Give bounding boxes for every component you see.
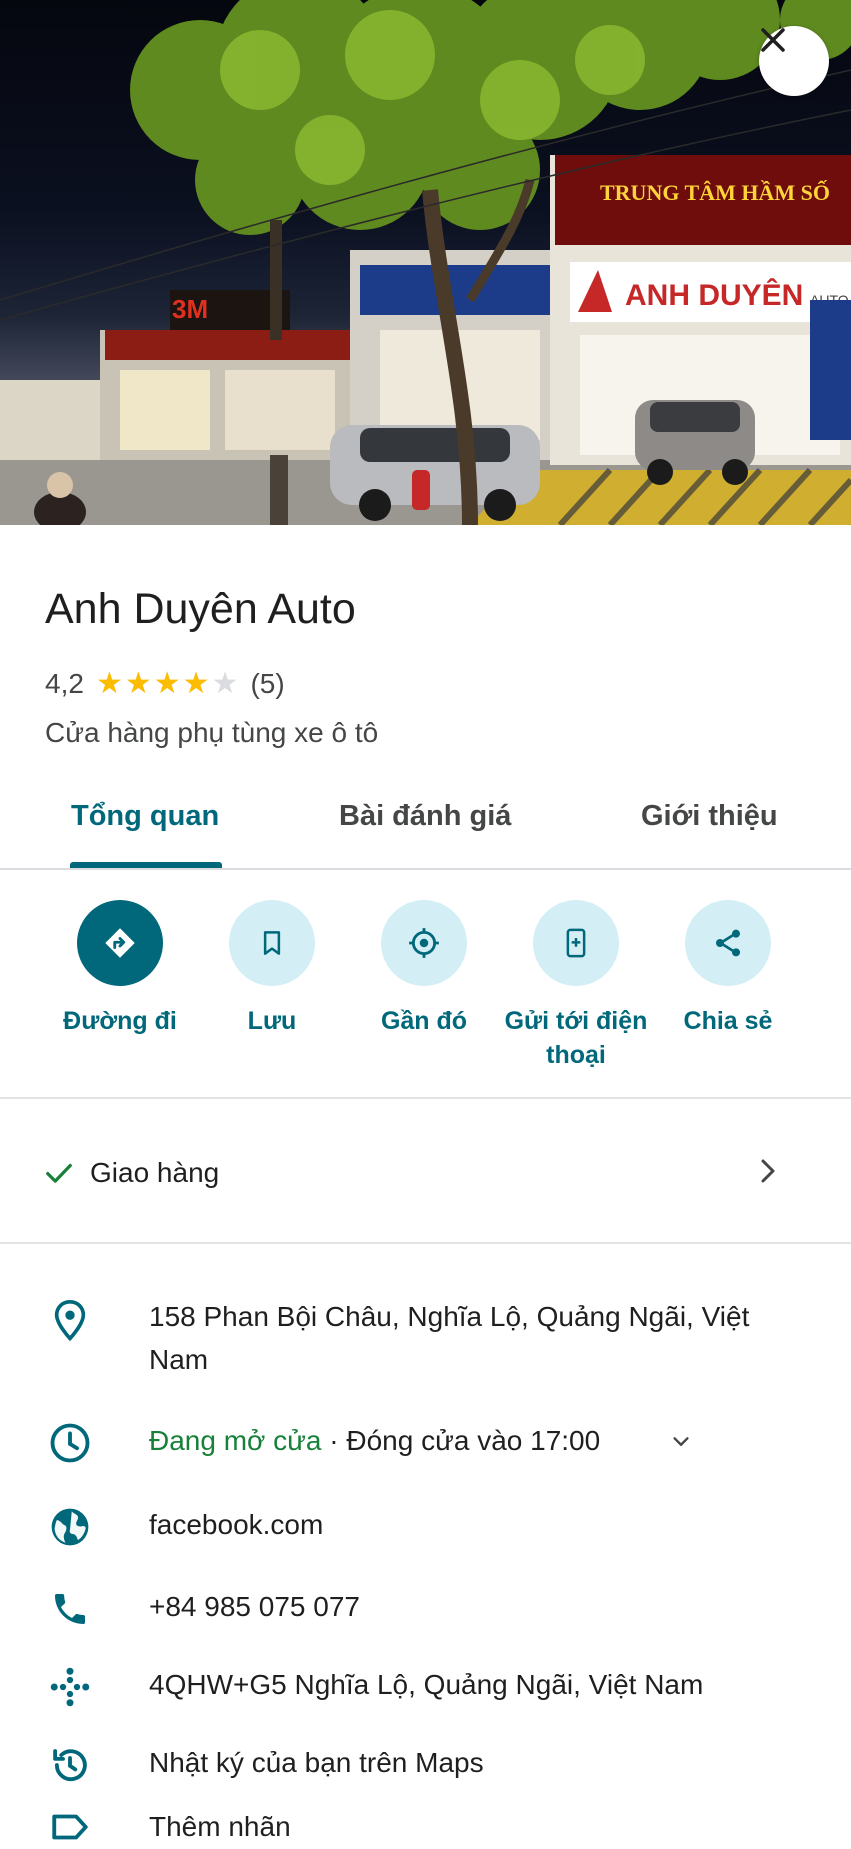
closing-time: · Đóng cửa vào 17:00 [321, 1425, 601, 1456]
save-label: Lưu [247, 1007, 297, 1035]
address-text: 158 Phan Bội Châu, Nghĩa Lộ, Quảng Ngãi,… [149, 1301, 750, 1375]
action-bar: Đường đi Lưu Gần đó Gửi tới điện thoại C… [0, 900, 851, 1098]
plus-code-row[interactable]: 4QHW+G5 Nghĩa Lộ, Quảng Ngãi, Việt Nam [0, 1663, 851, 1711]
plus-code-text: 4QHW+G5 Nghĩa Lộ, Quảng Ngãi, Việt Nam [149, 1669, 704, 1700]
clock-icon [46, 1419, 94, 1467]
star-icon: ★ [182, 667, 210, 700]
website-row[interactable]: facebook.com [0, 1503, 851, 1551]
hours-text: Đang mở cửa · Đóng cửa vào 17:00 [149, 1419, 809, 1462]
star-icon: ★ [124, 667, 152, 700]
phone-icon [46, 1585, 94, 1633]
chevron-down-icon[interactable] [670, 1431, 692, 1453]
plus-code-icon [46, 1663, 94, 1711]
sign-3m: 3M [172, 294, 208, 324]
address-row[interactable]: 158 Phan Bội Châu, Nghĩa Lộ, Quảng Ngãi,… [0, 1295, 851, 1385]
label-icon [46, 1803, 94, 1849]
history-row[interactable]: Nhật ký của bạn trên Maps [0, 1741, 851, 1789]
rating-stars: ★ ★ ★ ★ ★ [96, 669, 239, 699]
divider [0, 1242, 851, 1244]
add-label-text: Thêm nhãn [149, 1811, 291, 1842]
phone-row[interactable]: +84 985 075 077 [0, 1585, 851, 1633]
globe-icon [46, 1503, 94, 1551]
star-icon: ★ [153, 667, 181, 700]
tab-overview[interactable]: Tổng quan [71, 800, 219, 833]
history-icon [46, 1741, 94, 1789]
sign-brand: ANH DUYÊN [625, 278, 803, 312]
delivery-label: Giao hàng [90, 1157, 220, 1188]
share-icon [685, 900, 771, 986]
send-to-phone-label: Gửi tới điện thoại [504, 1007, 648, 1069]
save-button[interactable]: Lưu [187, 900, 357, 1038]
open-status: Đang mở cửa [149, 1425, 322, 1456]
storefront-photo: 3M TRUNG TÂM HẦM SỐ ANH DUYÊN AUTO [0, 0, 851, 525]
place-category: Cửa hàng phụ tùng xe ô tô [45, 717, 379, 748]
nearby-icon [381, 900, 467, 986]
history-text: Nhật ký của bạn trên Maps [149, 1747, 484, 1778]
review-count: (5) [250, 668, 285, 699]
nearby-button[interactable]: Gần đó [339, 900, 509, 1038]
tab-about[interactable]: Giới thiệu [641, 800, 778, 833]
bookmark-icon [229, 900, 315, 986]
share-label: Chia sẻ [683, 1007, 773, 1035]
check-icon [46, 1163, 72, 1183]
directions-button[interactable]: Đường đi [35, 900, 205, 1038]
website-text: facebook.com [149, 1509, 324, 1540]
tab-bar: Tổng quan Bài đánh giá Giới thiệu [0, 770, 851, 870]
delivery-row[interactable]: Giao hàng [0, 1100, 851, 1242]
close-icon [761, 28, 785, 52]
star-icon: ★ [95, 667, 123, 700]
add-label-row[interactable]: Thêm nhãn [0, 1805, 851, 1849]
send-to-phone-icon [533, 900, 619, 986]
chevron-right-icon [761, 1159, 775, 1183]
tab-reviews[interactable]: Bài đánh giá [339, 800, 511, 833]
location-pin-icon [46, 1297, 94, 1345]
send-to-phone-button[interactable]: Gửi tới điện thoại [491, 900, 661, 1072]
nearby-label: Gần đó [380, 1007, 468, 1035]
share-button[interactable]: Chia sẻ [643, 900, 813, 1038]
rating-row[interactable]: 4,2 ★ ★ ★ ★ ★ (5) [45, 668, 285, 700]
directions-label: Đường đi [63, 1007, 177, 1035]
hours-row[interactable]: Đang mở cửa · Đóng cửa vào 17:00 [0, 1419, 851, 1467]
star-empty-icon: ★ [211, 667, 239, 700]
place-title: Anh Duyên Auto [45, 585, 356, 633]
divider [0, 1097, 851, 1099]
place-photo[interactable]: 3M TRUNG TÂM HẦM SỐ ANH DUYÊN AUTO [0, 0, 851, 525]
directions-icon [77, 900, 163, 986]
sign-center: TRUNG TÂM HẦM SỐ [600, 180, 830, 205]
phone-text: +84 985 075 077 [149, 1591, 360, 1622]
rating-value: 4,2 [45, 668, 84, 699]
active-tab-indicator [70, 862, 222, 868]
close-button[interactable] [759, 26, 829, 96]
